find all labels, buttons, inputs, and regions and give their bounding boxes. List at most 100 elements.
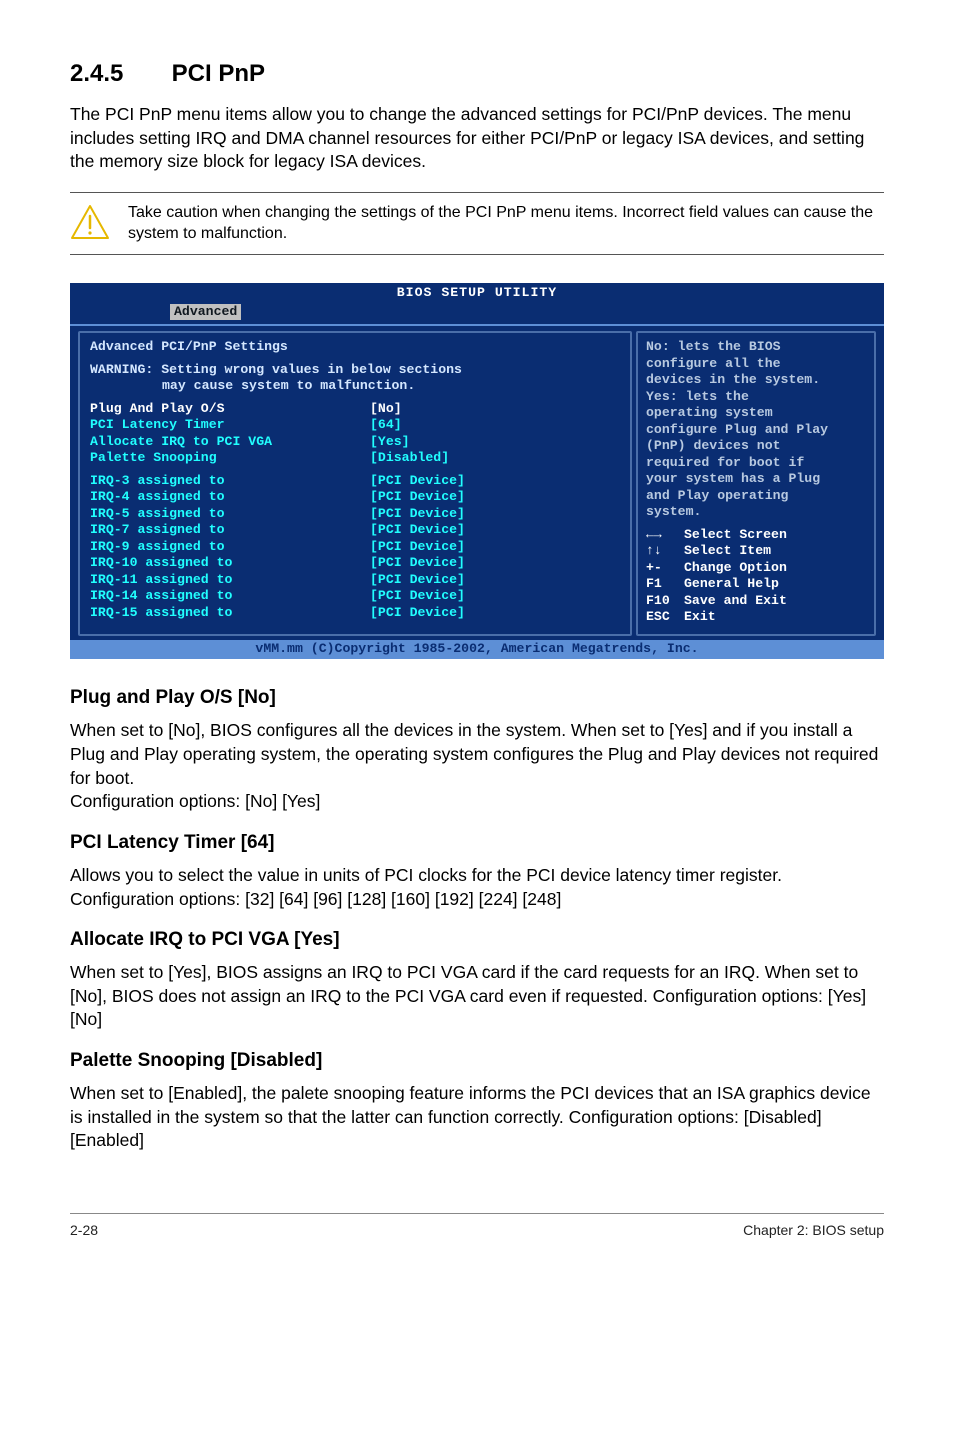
caution-text: Take caution when changing the settings …: [116, 203, 884, 245]
bios-irq-value: [PCI Device]: [370, 605, 465, 622]
subsection-text: When set to [No], BIOS configures all th…: [70, 719, 884, 814]
bios-key-row: F10Save and Exit: [646, 593, 866, 610]
bios-key-row: ↑↓Select Item: [646, 543, 866, 560]
bios-irq-label: IRQ-15 assigned to: [90, 605, 370, 622]
bios-key-desc: Exit: [684, 609, 716, 626]
intro-paragraph: The PCI PnP menu items allow you to chan…: [70, 103, 884, 174]
warning-line-2: may cause system to malfunction.: [90, 378, 620, 395]
bios-setting-row: Allocate IRQ to PCI VGA[Yes]: [90, 434, 620, 451]
bios-key-desc: Select Screen: [684, 527, 787, 544]
bios-help-line: your system has a Plug: [646, 471, 866, 488]
bios-key-legend: ←→Select Screen↑↓Select Item+-Change Opt…: [646, 527, 866, 626]
bios-irq-row: IRQ-14 assigned to[PCI Device]: [90, 588, 620, 605]
bios-setting-row: Palette Snooping[Disabled]: [90, 450, 620, 467]
bios-setting-value: [No]: [370, 401, 402, 418]
bios-irq-label: IRQ-11 assigned to: [90, 572, 370, 589]
bios-title: BIOS SETUP UTILITY: [70, 283, 884, 304]
bios-key-row: ←→Select Screen: [646, 527, 866, 544]
bios-screenshot: BIOS SETUP UTILITY Advanced Advanced PCI…: [70, 283, 884, 659]
subsection-heading: Allocate IRQ to PCI VGA [Yes]: [70, 929, 884, 951]
subsection-heading: Palette Snooping [Disabled]: [70, 1050, 884, 1072]
bios-key-row: F1General Help: [646, 576, 866, 593]
bios-setting-label: Palette Snooping: [90, 450, 370, 467]
bios-irq-row: IRQ-3 assigned to[PCI Device]: [90, 473, 620, 490]
bios-irq-label: IRQ-7 assigned to: [90, 522, 370, 539]
bios-help-line: and Play operating: [646, 488, 866, 505]
bios-help-line: configure Plug and Play: [646, 422, 866, 439]
chapter-label: Chapter 2: BIOS setup: [743, 1222, 884, 1238]
section-number: 2.4.5: [70, 60, 165, 88]
bios-irq-label: IRQ-14 assigned to: [90, 588, 370, 605]
bios-irq-value: [PCI Device]: [370, 555, 465, 572]
bios-irq-value: [PCI Device]: [370, 539, 465, 556]
bios-key-symbol: F1: [646, 576, 684, 593]
warning-line-1: Setting wrong values in below sections: [161, 362, 462, 377]
bios-tab-advanced: Advanced: [170, 304, 241, 321]
bios-help-line: system.: [646, 504, 866, 521]
section-title: PCI PnP: [172, 60, 265, 87]
bios-irq-value: [PCI Device]: [370, 572, 465, 589]
bios-irq-value: [PCI Device]: [370, 489, 465, 506]
bios-irq-value: [PCI Device]: [370, 522, 465, 539]
bios-irq-label: IRQ-3 assigned to: [90, 473, 370, 490]
bios-key-symbol: ↑↓: [646, 543, 684, 560]
bios-setting-row: Plug And Play O/S[No]: [90, 401, 620, 418]
bios-irq-value: [PCI Device]: [370, 473, 465, 490]
subsection-heading: PCI Latency Timer [64]: [70, 832, 884, 854]
bios-irq-row: IRQ-4 assigned to[PCI Device]: [90, 489, 620, 506]
bios-irq-row: IRQ-7 assigned to[PCI Device]: [90, 522, 620, 539]
bios-key-row: +-Change Option: [646, 560, 866, 577]
subsection-heading: Plug and Play O/S [No]: [70, 687, 884, 709]
warning-label: WARNING:: [90, 362, 153, 377]
subsection-text: When set to [Enabled], the palete snoopi…: [70, 1082, 884, 1153]
bios-key-symbol: ←→: [646, 527, 684, 544]
bios-tab-row: Advanced: [70, 304, 884, 325]
caution-box: Take caution when changing the settings …: [70, 192, 884, 256]
bios-setting-label: Plug And Play O/S: [90, 401, 370, 418]
bios-help-line: Yes: lets the: [646, 389, 866, 406]
bios-warning: WARNING: Setting wrong values in below s…: [90, 362, 620, 379]
bios-panel-title: Advanced PCI/PnP Settings: [90, 339, 620, 356]
bios-irq-row: IRQ-10 assigned to[PCI Device]: [90, 555, 620, 572]
bios-irq-value: [PCI Device]: [370, 588, 465, 605]
bios-help-line: operating system: [646, 405, 866, 422]
bios-help-text: No: lets the BIOSconfigure all thedevice…: [646, 339, 866, 521]
bios-setting-label: Allocate IRQ to PCI VGA: [90, 434, 370, 451]
warning-icon: [70, 204, 116, 244]
bios-key-symbol: ESC: [646, 609, 684, 626]
subsection-text: Allows you to select the value in units …: [70, 864, 884, 911]
bios-irq-label: IRQ-4 assigned to: [90, 489, 370, 506]
bios-help-line: devices in the system.: [646, 372, 866, 389]
bios-footer: vMM.mm (C)Copyright 1985-2002, American …: [70, 640, 884, 660]
bios-help-line: No: lets the BIOS: [646, 339, 866, 356]
bios-irq-label: IRQ-5 assigned to: [90, 506, 370, 523]
bios-setting-row: PCI Latency Timer[64]: [90, 417, 620, 434]
page-footer: 2-28 Chapter 2: BIOS setup: [70, 1213, 884, 1238]
bios-irq-row: IRQ-11 assigned to[PCI Device]: [90, 572, 620, 589]
bios-irq-value: [PCI Device]: [370, 506, 465, 523]
bios-irq-row: IRQ-9 assigned to[PCI Device]: [90, 539, 620, 556]
bios-irq-row: IRQ-5 assigned to[PCI Device]: [90, 506, 620, 523]
bios-key-desc: General Help: [684, 576, 779, 593]
bios-left-panel: Advanced PCI/PnP Settings WARNING: Setti…: [78, 331, 632, 636]
bios-right-panel: No: lets the BIOSconfigure all thedevice…: [636, 331, 876, 636]
bios-irq-row: IRQ-15 assigned to[PCI Device]: [90, 605, 620, 622]
bios-irq-label: IRQ-9 assigned to: [90, 539, 370, 556]
bios-setting-value: [64]: [370, 417, 402, 434]
bios-help-line: (PnP) devices not: [646, 438, 866, 455]
bios-key-row: ESCExit: [646, 609, 866, 626]
section-heading: 2.4.5 PCI PnP: [70, 60, 884, 88]
bios-help-line: required for boot if: [646, 455, 866, 472]
bios-key-symbol: +-: [646, 560, 684, 577]
subsection-text: When set to [Yes], BIOS assigns an IRQ t…: [70, 961, 884, 1032]
bios-help-line: configure all the: [646, 356, 866, 373]
bios-setting-value: [Disabled]: [370, 450, 449, 467]
bios-setting-value: [Yes]: [370, 434, 410, 451]
bios-key-desc: Select Item: [684, 543, 771, 560]
bios-setting-label: PCI Latency Timer: [90, 417, 370, 434]
bios-irq-label: IRQ-10 assigned to: [90, 555, 370, 572]
page-number: 2-28: [70, 1222, 98, 1238]
bios-key-desc: Save and Exit: [684, 593, 787, 610]
bios-key-desc: Change Option: [684, 560, 787, 577]
bios-key-symbol: F10: [646, 593, 684, 610]
